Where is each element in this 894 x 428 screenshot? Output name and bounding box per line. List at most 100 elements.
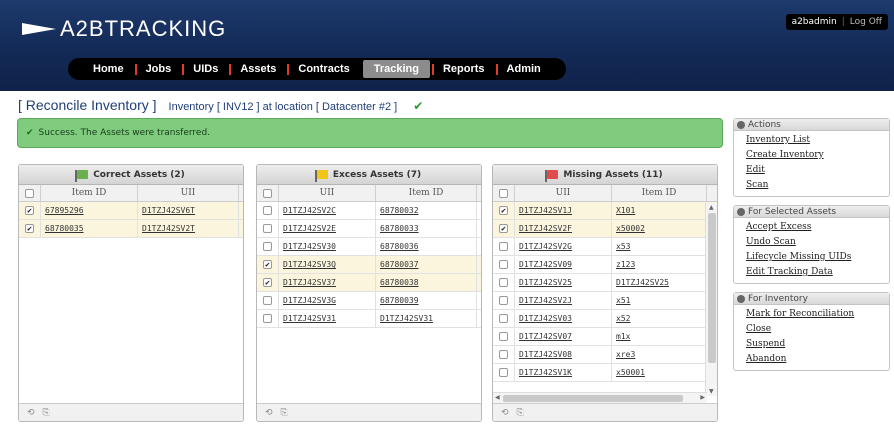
table-row[interactable]: D1TZJ42SV1K x50001 — [493, 364, 717, 382]
edit-tracking-data-link[interactable]: Edit Tracking Data — [746, 265, 889, 280]
vertical-scrollbar[interactable]: ▲ ▼ — [705, 203, 717, 396]
asset-link[interactable]: D1TZJ42SV2C — [283, 206, 336, 215]
asset-link[interactable]: x50001 — [616, 368, 645, 377]
checkbox[interactable]: ✔ — [499, 224, 508, 233]
row-checkbox-cell[interactable]: ✔ — [257, 274, 279, 291]
table-row[interactable]: D1TZJ42SV03 x52 — [493, 310, 717, 328]
asset-link[interactable]: D1TZJ42SV37 — [283, 278, 336, 287]
asset-link[interactable]: D1TZJ42SV07 — [519, 332, 572, 341]
checkbox[interactable]: ✔ — [25, 224, 34, 233]
row-checkbox-cell[interactable] — [257, 310, 279, 327]
row-checkbox-cell[interactable] — [257, 292, 279, 309]
asset-link[interactable]: D1TZJ42SV09 — [519, 260, 572, 269]
column-header[interactable]: Item ID — [612, 185, 707, 201]
asset-link[interactable]: D1TZJ42SV31 — [283, 314, 336, 323]
asset-link[interactable]: 68780032 — [380, 206, 419, 215]
asset-link[interactable]: D1TZJ42SV2G — [519, 242, 572, 251]
select-all-cell[interactable] — [19, 185, 41, 201]
asset-link[interactable]: D1TZJ42SV1K — [519, 368, 572, 377]
asset-link[interactable]: D1TZJ42SV6T — [142, 206, 195, 215]
scroll-thumb[interactable] — [503, 395, 683, 402]
row-checkbox-cell[interactable]: ✔ — [493, 220, 515, 237]
nav-assets[interactable]: Assets — [229, 58, 287, 80]
asset-link[interactable]: x51 — [616, 296, 630, 305]
row-checkbox-cell[interactable]: ✔ — [493, 202, 515, 219]
table-row[interactable]: ✔ 68780035 D1TZJ42SV2T — [19, 220, 243, 238]
asset-link[interactable]: D1TZJ42SV03 — [519, 314, 572, 323]
checkbox[interactable] — [263, 296, 272, 305]
table-row[interactable]: D1TZJ42SV2C 68780032 — [257, 202, 481, 220]
checkbox[interactable] — [499, 332, 508, 341]
asset-link[interactable]: D1TZJ42SV1J — [519, 206, 572, 215]
checkbox[interactable] — [25, 188, 34, 198]
checkbox[interactable] — [499, 260, 508, 269]
create-inventory-link[interactable]: Create Inventory — [746, 148, 889, 163]
collapse-icon[interactable] — [737, 207, 745, 216]
checkbox[interactable]: ✔ — [263, 260, 272, 269]
column-header[interactable]: UII — [279, 185, 376, 201]
asset-link[interactable]: D1TZJ42SV30 — [283, 242, 336, 251]
table-row[interactable]: ✔ D1TZJ42SV3Q 68780037 — [257, 256, 481, 274]
asset-link[interactable]: x52 — [616, 314, 630, 323]
asset-link[interactable]: X101 — [616, 206, 635, 215]
row-checkbox-cell[interactable] — [493, 310, 515, 327]
suspend-link[interactable]: Suspend — [746, 337, 889, 352]
row-checkbox-cell[interactable] — [493, 256, 515, 273]
nav-uids[interactable]: UIDs — [182, 58, 229, 80]
table-row[interactable]: D1TZJ42SV2E 68780033 — [257, 220, 481, 238]
checkbox[interactable] — [499, 296, 508, 305]
checkbox[interactable] — [263, 188, 272, 198]
scroll-down-icon[interactable]: ▼ — [709, 388, 714, 395]
table-row[interactable]: D1TZJ42SV08 xre3 — [493, 346, 717, 364]
row-checkbox-cell[interactable] — [257, 238, 279, 255]
scroll-right-icon[interactable]: ▶ — [700, 394, 705, 401]
row-checkbox-cell[interactable] — [493, 292, 515, 309]
column-header[interactable]: UII — [515, 185, 612, 201]
close-link[interactable]: Close — [746, 322, 889, 337]
nav-home[interactable]: Home — [82, 58, 135, 80]
nav-jobs[interactable]: Jobs — [134, 58, 183, 80]
table-row[interactable]: D1TZJ42SV07 m1x — [493, 328, 717, 346]
table-row[interactable]: D1TZJ42SV3G 68780039 — [257, 292, 481, 310]
table-row[interactable]: D1TZJ42SV09 z123 — [493, 256, 717, 274]
checkbox[interactable] — [263, 314, 272, 323]
collapse-icon[interactable] — [737, 294, 745, 303]
checkbox[interactable] — [263, 242, 272, 251]
row-checkbox-cell[interactable] — [257, 202, 279, 219]
asset-link[interactable]: D1TZJ42SV08 — [519, 350, 572, 359]
edit-link[interactable]: Edit — [746, 163, 889, 178]
scroll-thumb[interactable] — [708, 213, 716, 363]
row-checkbox-cell[interactable]: ✔ — [19, 220, 41, 237]
row-checkbox-cell[interactable]: ✔ — [257, 256, 279, 273]
row-checkbox-cell[interactable] — [493, 274, 515, 291]
a2b-logo[interactable]: A2BTRACKING — [22, 16, 226, 42]
horizontal-scrollbar[interactable]: ◀ ▶ — [493, 392, 707, 403]
asset-link[interactable]: D1TZJ42SV2E — [283, 224, 336, 233]
asset-link[interactable]: D1TZJ42SV2T — [142, 224, 195, 233]
scroll-left-icon[interactable]: ◀ — [495, 394, 500, 401]
row-checkbox-cell[interactable] — [257, 220, 279, 237]
logoff-link[interactable]: Log Off — [850, 17, 882, 27]
column-header[interactable]: UII — [138, 185, 239, 201]
table-row[interactable]: ✔ 67895296 D1TZJ42SV6T — [19, 202, 243, 220]
refresh-icon[interactable]: ⟲ — [27, 408, 35, 418]
asset-link[interactable]: D1TZJ42SV25 — [519, 278, 572, 287]
export-icon[interactable]: ⎘ — [281, 408, 288, 418]
checkbox[interactable] — [499, 278, 508, 287]
asset-link[interactable]: x53 — [616, 242, 630, 251]
row-checkbox-cell[interactable] — [493, 364, 515, 381]
asset-link[interactable]: x50002 — [616, 224, 645, 233]
checkbox[interactable] — [499, 368, 508, 377]
asset-link[interactable]: 68780038 — [380, 278, 419, 287]
asset-link[interactable]: 68780037 — [380, 260, 419, 269]
nav-tracking[interactable]: Tracking — [362, 60, 430, 78]
inventory-list-link[interactable]: Inventory List — [746, 133, 889, 148]
asset-link[interactable]: 67895296 — [45, 206, 84, 215]
row-checkbox-cell[interactable] — [493, 238, 515, 255]
table-row[interactable]: D1TZJ42SV2J x51 — [493, 292, 717, 310]
asset-link[interactable]: D1TZJ42SV3Q — [283, 260, 336, 269]
checkbox[interactable]: ✔ — [499, 206, 508, 215]
asset-link[interactable]: m1x — [616, 332, 630, 341]
table-row[interactable]: D1TZJ42SV30 68780036 — [257, 238, 481, 256]
asset-link[interactable]: 68780035 — [45, 224, 84, 233]
